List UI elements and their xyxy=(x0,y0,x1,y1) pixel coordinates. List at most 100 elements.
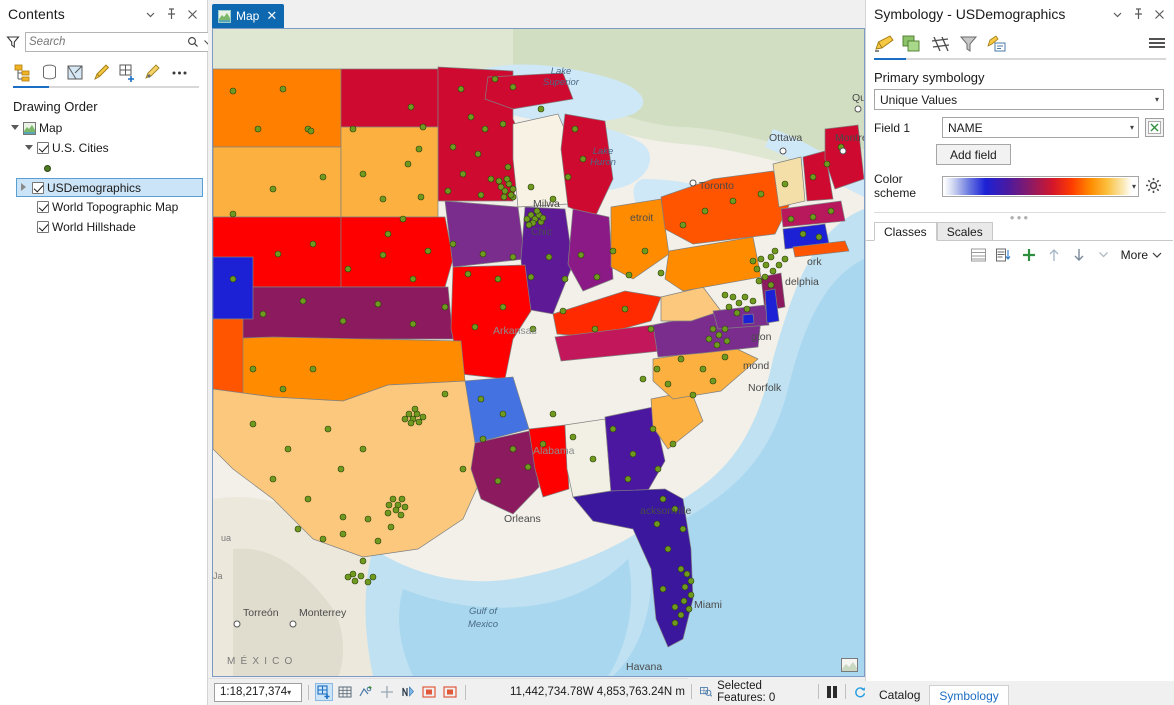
north-arrow-icon[interactable] xyxy=(399,683,417,701)
tab-scales[interactable]: Scales xyxy=(936,222,993,241)
filter-icon[interactable] xyxy=(6,35,20,49)
expander-icon[interactable] xyxy=(19,182,29,193)
color-scheme-dropdown[interactable]: ▾ xyxy=(942,175,1139,197)
add-values-icon[interactable] xyxy=(1021,247,1037,263)
transformation-icon[interactable] xyxy=(357,683,375,701)
basemap-toggle-icon[interactable] xyxy=(315,683,333,701)
reverse-order-icon[interactable] xyxy=(1096,247,1112,263)
chevron-down-icon[interactable]: ▾ xyxy=(1132,182,1137,191)
map-label-mexico: M É X I C O xyxy=(227,654,294,667)
map-label-lake-huron: Lake xyxy=(593,146,614,157)
field1-label: Field 1 xyxy=(874,120,911,135)
search-input-wrapper[interactable] xyxy=(25,32,217,52)
tree-item-label: Map xyxy=(39,121,63,135)
pin-icon[interactable] xyxy=(164,7,178,21)
masking-icon[interactable] xyxy=(930,34,951,55)
map-label-alabama: Alabama xyxy=(533,445,575,457)
list-by-snapping-icon[interactable] xyxy=(117,63,137,83)
expression-builder-icon[interactable] xyxy=(1145,118,1164,137)
overview-map-icon[interactable] xyxy=(841,658,858,672)
map-label-montreal: Montreal xyxy=(835,132,864,144)
list-by-drawing-order-icon[interactable] xyxy=(13,63,33,83)
advanced-symbol-options-icon[interactable] xyxy=(986,34,1007,55)
search-icon[interactable] xyxy=(187,36,199,48)
chevron-down-icon[interactable] xyxy=(1110,7,1124,21)
gear-icon[interactable] xyxy=(1145,177,1164,196)
list-by-labeling-icon[interactable] xyxy=(143,63,163,83)
tab-map[interactable]: Map ✕ xyxy=(212,4,285,28)
hamburger-menu-icon[interactable] xyxy=(1148,37,1166,51)
primary-symbology-dropdown[interactable]: Unique Values ▾ xyxy=(874,89,1164,110)
tree-item-us-cities[interactable]: U.S. Cities xyxy=(0,138,207,158)
more-menu-button[interactable]: More xyxy=(1121,248,1162,262)
symbol-filter-icon[interactable] xyxy=(958,34,979,55)
expander-icon[interactable] xyxy=(24,143,34,153)
pin-icon[interactable] xyxy=(1131,7,1145,21)
layer-visibility-checkbox[interactable] xyxy=(37,142,49,154)
symbology-toolbar xyxy=(866,28,1174,56)
panel-splitter[interactable]: ●●● xyxy=(874,212,1166,222)
tree-item-world-topographic-map[interactable]: World Topographic Map xyxy=(0,197,207,217)
map-label-norfolk: Norfolk xyxy=(748,382,782,394)
chevron-down-icon[interactable] xyxy=(143,7,157,21)
map-canvas[interactable]: Lake Superior Lake Huron Gulf of Mexico … xyxy=(212,28,865,677)
clear-graphics-icon[interactable] xyxy=(441,683,459,701)
symbology-title-bar: Symbology - USDemographics xyxy=(866,0,1174,28)
move-down-icon[interactable] xyxy=(1071,247,1087,263)
contents-title-bar: Contents xyxy=(0,0,207,28)
bottom-dock-tabs: Catalog Symbology xyxy=(865,681,1174,705)
move-up-icon[interactable] xyxy=(1046,247,1062,263)
close-icon[interactable]: ✕ xyxy=(266,8,277,24)
tab-label: Map xyxy=(236,9,260,23)
tree-item-map[interactable]: Map xyxy=(0,118,207,138)
primary-symbology-icon[interactable] xyxy=(874,34,895,55)
tab-classes[interactable]: Classes xyxy=(874,222,937,241)
symbology-panel: Symbology - USDemographics Primary symbo… xyxy=(865,0,1174,705)
tree-item-label: World Topographic Map xyxy=(52,200,179,214)
chevron-down-icon[interactable]: ▾ xyxy=(287,688,299,697)
divider xyxy=(465,684,466,700)
classes-scales-tabs: Classes Scales xyxy=(866,219,1173,241)
field1-dropdown[interactable]: NAME ▾ xyxy=(942,117,1139,138)
tab-catalog[interactable]: Catalog xyxy=(870,685,929,705)
selected-features-status: Selected Features: 0 xyxy=(688,678,866,705)
contents-search-row xyxy=(0,30,217,54)
grid-icon[interactable] xyxy=(336,683,354,701)
chevron-down-icon[interactable]: ▾ xyxy=(1155,95,1160,104)
contents-toolbar-underline xyxy=(13,86,199,88)
crosshair-icon[interactable] xyxy=(378,683,396,701)
tree-item-label: U.S. Cities xyxy=(52,141,109,155)
tree-item-usdemographics[interactable]: USDemographics xyxy=(16,178,203,197)
more-options-icon[interactable] xyxy=(169,63,189,83)
contents-panel-title: Contents xyxy=(8,6,65,22)
list-by-selection-icon[interactable] xyxy=(65,63,85,83)
close-icon[interactable] xyxy=(1152,7,1166,21)
expander-icon[interactable] xyxy=(10,123,20,133)
sort-icon[interactable] xyxy=(996,247,1012,263)
map-label-arkansas: Arkansas xyxy=(493,325,537,337)
search-input[interactable] xyxy=(29,36,185,48)
map-label-torreon: Torreón xyxy=(243,607,279,619)
group-values-icon[interactable] xyxy=(971,247,987,263)
list-by-data-source-icon[interactable] xyxy=(39,63,59,83)
map-label-toronto: Toronto xyxy=(699,180,734,192)
tree-item-world-hillshade[interactable]: World Hillshade xyxy=(0,217,207,237)
layer-visibility-checkbox[interactable] xyxy=(37,221,49,233)
pause-drawing-icon[interactable] xyxy=(826,685,837,698)
chevron-down-icon[interactable]: ▾ xyxy=(1130,123,1135,132)
map-scale-control[interactable]: 1:18,217,374 ▾ xyxy=(214,682,302,702)
arcgis-pro-window: Contents Search Drawing Order Map U.S. C… xyxy=(0,0,1174,705)
list-by-editing-icon[interactable] xyxy=(91,63,111,83)
layer-visibility-checkbox[interactable] xyxy=(37,201,49,213)
select-features-icon[interactable] xyxy=(699,685,713,698)
close-icon[interactable] xyxy=(185,7,199,21)
tree-item-label: World Hillshade xyxy=(52,220,136,234)
vary-symbology-icon[interactable] xyxy=(902,34,923,55)
layer-visibility-checkbox[interactable] xyxy=(32,181,44,194)
tab-symbology[interactable]: Symbology xyxy=(929,685,1009,705)
draw-rectangle-icon[interactable] xyxy=(420,683,438,701)
tree-item-symbol xyxy=(0,158,207,178)
map-label-detroit: etroit xyxy=(630,212,653,224)
primary-symbology-value: Unique Values xyxy=(880,92,958,107)
add-field-button[interactable]: Add field xyxy=(936,144,1011,165)
